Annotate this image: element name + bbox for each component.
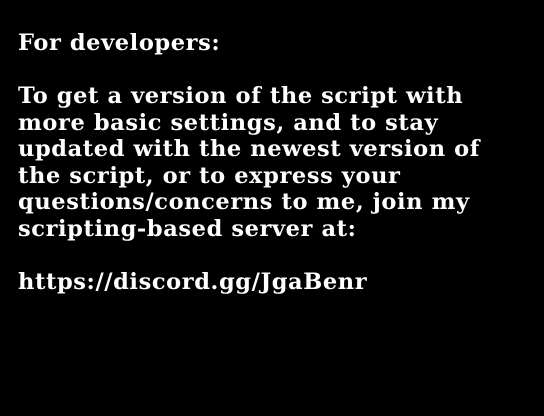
body-line: updated with the newest version of xyxy=(18,136,481,162)
message-screen: For developers: To get a version of the … xyxy=(0,0,544,416)
body-line: questions/concerns to me, join my xyxy=(18,189,470,215)
body-line: the script, or to express your xyxy=(18,162,401,189)
body-line: To get a version of the script with xyxy=(18,83,464,109)
body-line: more basic settings, and to stay xyxy=(18,109,439,136)
heading-text: For developers: xyxy=(18,30,221,56)
body-line: scripting-based server at: xyxy=(18,215,357,242)
discord-link-text: https://discord.gg/JgaBenr xyxy=(18,268,368,295)
body-text: To get a version of the script with more… xyxy=(18,83,544,242)
